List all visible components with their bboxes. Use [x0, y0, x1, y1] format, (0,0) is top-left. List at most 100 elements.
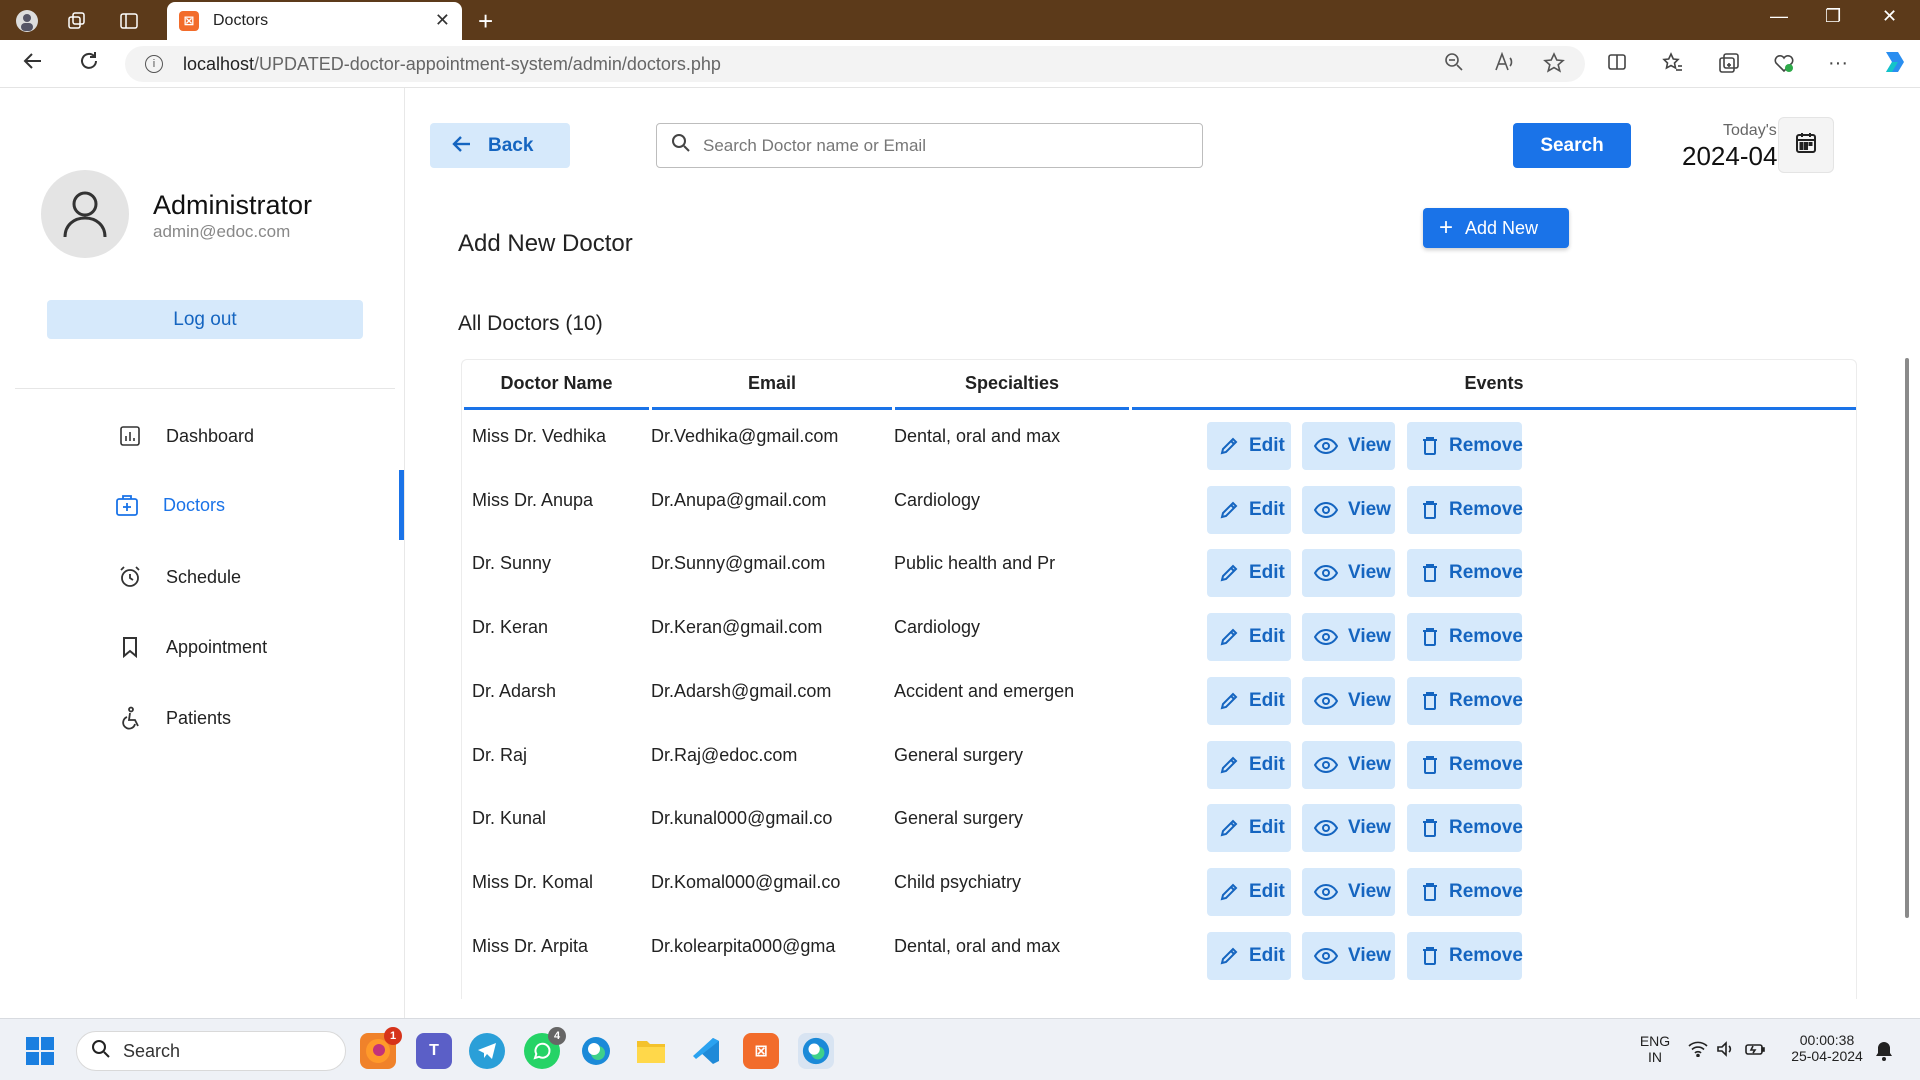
close-tab-icon[interactable]: ✕	[435, 10, 450, 31]
back-arrow-icon[interactable]	[22, 50, 44, 78]
doctor-name: Dr. Raj	[472, 744, 528, 765]
search-field-wrap[interactable]	[656, 123, 1203, 168]
refresh-icon[interactable]	[78, 50, 100, 78]
sidebar-item-schedule[interactable]: Schedule	[5, 547, 405, 607]
remove-button[interactable]: Remove	[1407, 740, 1523, 789]
logout-button[interactable]: Log out	[47, 300, 363, 339]
pencil-icon	[1219, 818, 1239, 838]
view-button[interactable]: View	[1302, 549, 1395, 598]
workspaces-icon[interactable]	[64, 8, 90, 34]
column-header: Email	[652, 360, 892, 410]
xampp-icon[interactable]: ⊠	[743, 1033, 779, 1069]
view-button[interactable]: View	[1302, 613, 1395, 662]
windows-start-icon[interactable]	[26, 1037, 54, 1065]
trash-icon	[1421, 818, 1439, 838]
taskbar-search[interactable]: Search	[76, 1031, 346, 1071]
favorites-icon[interactable]	[1662, 52, 1684, 80]
edit-button[interactable]: Edit	[1207, 613, 1291, 662]
back-label: Back	[488, 134, 534, 156]
scrollbar[interactable]	[1905, 358, 1909, 918]
edit-button[interactable]: Edit	[1207, 867, 1291, 916]
clock[interactable]: 00:00:38 25-04-2024	[1782, 1032, 1872, 1064]
app-page: Administrator admin@edoc.com Log out Das…	[5, 88, 1915, 1018]
back-button[interactable]: Back	[430, 123, 570, 168]
remove-label: Remove	[1449, 562, 1523, 584]
view-button[interactable]: View	[1302, 804, 1395, 853]
view-button[interactable]: View	[1302, 867, 1395, 916]
edit-button[interactable]: Edit	[1207, 485, 1291, 534]
active-indicator	[399, 470, 404, 540]
edit-button[interactable]: Edit	[1207, 740, 1291, 789]
edit-button[interactable]: Edit	[1207, 549, 1291, 598]
copilot-icon[interactable]	[1880, 48, 1908, 82]
browser-tab[interactable]: ⊠ Doctors ✕	[167, 2, 462, 40]
remove-button[interactable]: Remove	[1407, 613, 1523, 662]
battery-icon[interactable]	[1744, 1041, 1766, 1062]
minimize-icon[interactable]: —	[1770, 6, 1788, 27]
remove-button[interactable]: Remove	[1407, 549, 1523, 598]
whatsapp-icon[interactable]: 4	[524, 1027, 566, 1069]
table-row: Dr. Adarsh Dr.Adarsh@gmail.com Accident an…	[462, 665, 1856, 729]
read-aloud-icon[interactable]	[1494, 51, 1516, 78]
remove-button[interactable]: Remove	[1407, 931, 1523, 980]
calendar-button[interactable]	[1778, 117, 1834, 173]
sidebar-item-doctors[interactable]: Doctors	[5, 475, 405, 535]
edit-button[interactable]: Edit	[1207, 804, 1291, 853]
restore-icon[interactable]: ❐	[1825, 6, 1841, 27]
edit-button[interactable]: Edit	[1207, 422, 1291, 470]
zoom-out-icon[interactable]	[1444, 52, 1464, 78]
tab-actions-icon[interactable]	[116, 8, 142, 34]
split-screen-icon[interactable]	[1607, 52, 1627, 78]
sidebar-item-appointment[interactable]: Appointment	[5, 617, 405, 677]
site-info-icon[interactable]: i	[145, 55, 163, 73]
bookmark-icon	[117, 634, 143, 660]
table-row: Miss Dr. Arpita Dr.kolearpita000@gma Denta…	[462, 920, 1856, 984]
remove-button[interactable]: Remove	[1407, 867, 1523, 916]
edit-button[interactable]: Edit	[1207, 931, 1291, 980]
remove-button[interactable]: Remove	[1407, 422, 1523, 470]
collections-icon[interactable]	[1718, 52, 1740, 80]
remove-button[interactable]: Remove	[1407, 676, 1523, 725]
eye-icon	[1314, 565, 1338, 582]
view-button[interactable]: View	[1302, 422, 1395, 470]
edge-icon[interactable]	[578, 1033, 614, 1069]
pencil-icon	[1219, 882, 1239, 902]
view-button[interactable]: View	[1302, 485, 1395, 534]
view-label: View	[1348, 435, 1391, 456]
edit-button[interactable]: Edit	[1207, 676, 1291, 725]
trash-icon	[1421, 755, 1439, 775]
firefox-icon[interactable]: 1	[360, 1027, 402, 1069]
add-new-button[interactable]: + Add New	[1423, 208, 1569, 248]
view-button[interactable]: View	[1302, 931, 1395, 980]
admin-name: Administrator	[153, 190, 313, 220]
file-explorer-icon[interactable]	[633, 1033, 669, 1069]
browser-essentials-icon[interactable]	[1773, 52, 1795, 80]
new-tab-icon[interactable]: +	[478, 6, 493, 37]
more-options-icon[interactable]: ···	[1828, 52, 1848, 75]
search-input[interactable]	[703, 135, 1183, 156]
vscode-icon[interactable]	[688, 1033, 724, 1069]
trash-icon	[1421, 882, 1439, 902]
sidebar-item-label: Dashboard	[166, 425, 255, 446]
sidebar-item-label: Patients	[166, 707, 232, 728]
telegram-icon[interactable]	[469, 1033, 505, 1069]
sidebar-item-dashboard[interactable]: Dashboard	[5, 406, 405, 466]
search-button[interactable]: Search	[1513, 123, 1631, 168]
wifi-icon[interactable]	[1688, 1041, 1708, 1062]
url-field[interactable]: i localhost/UPDATED-doctor-appointment-s…	[125, 46, 1585, 82]
arrow-left-icon	[452, 133, 472, 159]
language-indicator[interactable]: ENG IN	[1635, 1033, 1675, 1065]
pencil-icon	[1219, 691, 1239, 711]
notifications-bell-icon[interactable]	[1875, 1041, 1893, 1066]
favorite-star-icon[interactable]	[1543, 52, 1565, 80]
window-close-icon[interactable]: ✕	[1882, 6, 1897, 27]
remove-button[interactable]: Remove	[1407, 485, 1523, 534]
profile-icon[interactable]	[14, 8, 40, 34]
view-button[interactable]: View	[1302, 740, 1395, 789]
teams-icon[interactable]: T	[416, 1033, 452, 1069]
volume-icon[interactable]	[1716, 1041, 1736, 1062]
edge-active-icon[interactable]	[798, 1033, 834, 1069]
sidebar-item-patients[interactable]: Patients	[5, 688, 405, 748]
remove-button[interactable]: Remove	[1407, 804, 1523, 853]
view-button[interactable]: View	[1302, 676, 1395, 725]
